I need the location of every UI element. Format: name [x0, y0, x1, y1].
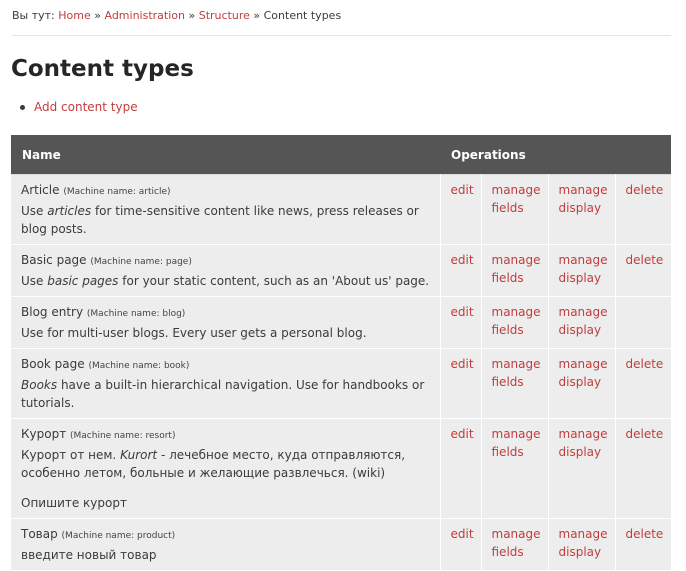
machine-name: (Machine name: product) [61, 531, 176, 541]
table-row: Book page (Machine name: book) Books have… [11, 348, 672, 419]
breadcrumb-separator: » [253, 9, 261, 22]
operation-cell: delete [614, 348, 672, 419]
operation-cell: manage display [547, 296, 616, 349]
delete-link[interactable]: delete [626, 183, 664, 197]
delete-link[interactable]: delete [626, 253, 664, 267]
machine-name: (Machine name: resort) [70, 431, 176, 441]
manage-fields-link[interactable]: manage fields [492, 253, 541, 285]
delete-link[interactable]: delete [626, 427, 664, 441]
manage-display-link[interactable]: manage display [559, 357, 608, 389]
operation-cell: manage fields [480, 518, 549, 571]
content-type-cell: Товар (Machine name: product) введите нов… [11, 518, 441, 571]
manage-fields-link[interactable]: manage fields [492, 427, 541, 459]
content-type-name: Book page [21, 357, 85, 371]
breadcrumb-link-structure[interactable]: Structure [199, 9, 250, 22]
operation-cell: delete [614, 518, 672, 571]
operation-cell: manage display [547, 518, 616, 571]
content-type-description: Курорт от нем. Kurort - лечебное место, … [21, 448, 406, 480]
operation-cell: edit [439, 296, 482, 349]
operation-cell: edit [439, 174, 482, 245]
column-header-name: Name [11, 135, 440, 175]
breadcrumb-separator: » [188, 9, 196, 22]
breadcrumb: Вы тут: Home » Administration » Structur… [12, 9, 341, 22]
content-type-description: Use articles for time-sensitive content … [21, 204, 419, 236]
breadcrumb-link-administration[interactable]: Administration [104, 9, 185, 22]
table-row: Basic page (Machine name: page) Use basic… [11, 244, 672, 297]
manage-fields-link[interactable]: manage fields [492, 527, 541, 559]
operation-cell [614, 296, 672, 349]
content-type-cell: Article (Machine name: article) Use artic… [11, 174, 441, 245]
manage-display-link[interactable]: manage display [559, 427, 608, 459]
manage-display-link[interactable]: manage display [559, 253, 608, 285]
table-row: Blog entry (Machine name: blog) Use for m… [11, 296, 672, 349]
content-type-description: Use basic pages for your static content,… [21, 274, 430, 288]
operation-cell: delete [614, 418, 672, 519]
breadcrumb-separator: » [94, 9, 101, 22]
content-type-description: Books have a built-in hierarchical navig… [21, 378, 425, 410]
manage-display-link[interactable]: manage display [559, 183, 608, 215]
table-body: Article (Machine name: article) Use artic… [11, 174, 672, 571]
machine-name: (Machine name: blog) [86, 309, 186, 319]
table-row: Товар (Machine name: product) введите нов… [11, 518, 672, 571]
content-type-description: Use for multi-user blogs. Every user get… [21, 326, 367, 340]
operation-cell: manage display [547, 174, 616, 245]
operation-cell: manage fields [480, 418, 549, 519]
breadcrumb-prefix: Вы тут: [12, 9, 55, 22]
divider [12, 35, 671, 36]
content-type-cell: Blog entry (Machine name: blog) Use for m… [11, 296, 441, 349]
machine-name: (Machine name: book) [88, 361, 190, 371]
operation-cell: edit [439, 244, 482, 297]
operation-cell: edit [439, 518, 482, 571]
table-row: Article (Machine name: article) Use artic… [11, 174, 672, 245]
content-type-cell: Basic page (Machine name: page) Use basic… [11, 244, 441, 297]
content-type-name: Article [21, 183, 60, 197]
operation-cell: manage display [547, 418, 616, 519]
content-type-extra: Опишите курорт [21, 496, 127, 510]
breadcrumb-link-home[interactable]: Home [58, 9, 90, 22]
table-header-row: Name Operations [11, 135, 672, 175]
operation-cell: manage fields [480, 348, 549, 419]
action-links: Add content type [20, 100, 138, 114]
operation-cell: manage display [547, 244, 616, 297]
operation-cell: delete [614, 244, 672, 297]
manage-display-link[interactable]: manage display [559, 305, 608, 337]
edit-link[interactable]: edit [451, 253, 474, 267]
content-type-name: Blog entry [21, 305, 84, 319]
manage-fields-link[interactable]: manage fields [492, 305, 541, 337]
operation-cell: delete [614, 174, 672, 245]
operation-cell: edit [439, 418, 482, 519]
content-type-cell: Курорт (Machine name: resort) Курорт от н… [11, 418, 441, 519]
edit-link[interactable]: edit [451, 527, 474, 541]
action-item: Add content type [20, 100, 138, 114]
content-type-name: Basic page [21, 253, 87, 267]
manage-display-link[interactable]: manage display [559, 527, 608, 559]
operation-cell: manage display [547, 348, 616, 419]
edit-link[interactable]: edit [451, 357, 474, 371]
operation-cell: manage fields [480, 174, 549, 245]
edit-link[interactable]: edit [451, 305, 474, 319]
operation-cell: edit [439, 348, 482, 419]
delete-link[interactable]: delete [626, 357, 664, 371]
delete-link[interactable]: delete [626, 527, 664, 541]
add-content-type-link[interactable]: Add content type [34, 100, 138, 114]
machine-name: (Machine name: article) [63, 187, 171, 197]
operation-cell: manage fields [480, 296, 549, 349]
content-type-cell: Book page (Machine name: book) Books have… [11, 348, 441, 419]
content-type-description: введите новый товар [21, 548, 157, 562]
page-title: Content types [11, 56, 194, 82]
column-header-operations: Operations [440, 135, 672, 175]
edit-link[interactable]: edit [451, 183, 474, 197]
content-type-name: Курорт [21, 427, 67, 441]
table-row: Курорт (Machine name: resort) Курорт от н… [11, 418, 672, 519]
edit-link[interactable]: edit [451, 427, 474, 441]
manage-fields-link[interactable]: manage fields [492, 183, 541, 215]
manage-fields-link[interactable]: manage fields [492, 357, 541, 389]
machine-name: (Machine name: page) [90, 257, 192, 267]
content-type-name: Товар [21, 527, 58, 541]
content-types-table: Name Operations Article (Machine name: a… [11, 135, 672, 571]
breadcrumb-current: Content types [263, 9, 342, 22]
operation-cell: manage fields [480, 244, 549, 297]
